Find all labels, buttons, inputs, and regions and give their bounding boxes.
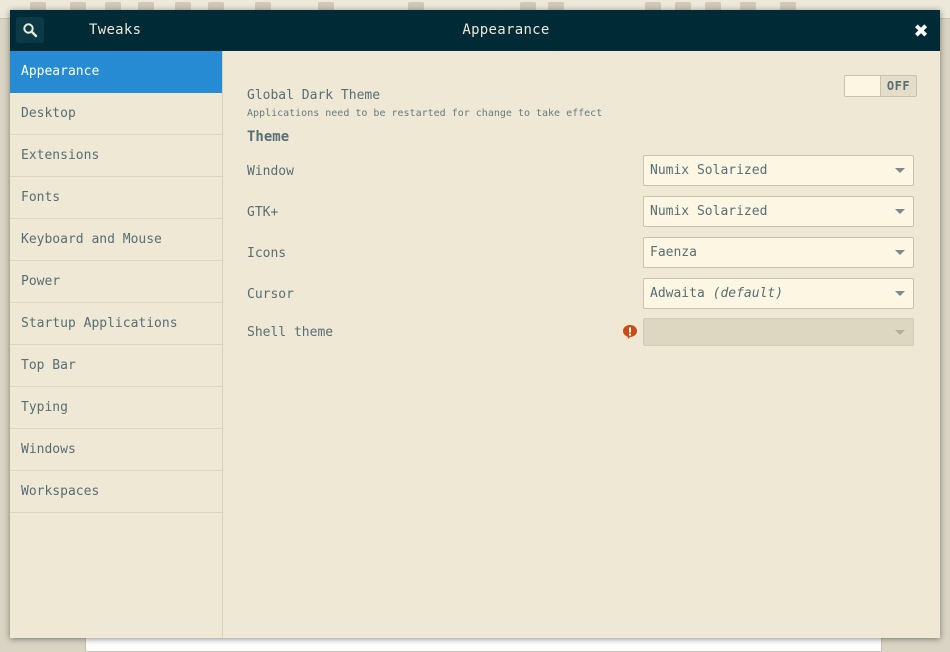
gtk-theme-label: GTK+ <box>247 205 279 220</box>
warning-icon <box>623 325 637 339</box>
dark-theme-switch[interactable]: OFF <box>844 75 917 97</box>
header-bar: Tweaks Appearance ✖ <box>10 10 940 51</box>
search-icon <box>23 23 38 38</box>
sidebar-item-workspaces[interactable]: Workspaces <box>10 471 222 513</box>
sidebar-item-windows[interactable]: Windows <box>10 429 222 471</box>
gtk-theme-dropdown[interactable]: Numix Solarized <box>643 196 914 227</box>
icons-theme-dropdown[interactable]: Faenza <box>643 237 914 268</box>
sidebar-item-desktop[interactable]: Desktop <box>10 93 222 135</box>
chevron-down-icon <box>895 330 905 335</box>
cursor-theme-default-tag: (default) <box>712 286 784 301</box>
close-button[interactable]: ✖ <box>910 20 932 42</box>
close-icon: ✖ <box>913 20 929 42</box>
shell-theme-dropdown <box>643 318 914 346</box>
switch-knob <box>845 76 881 96</box>
dark-theme-note: Applications need to be restarted for ch… <box>247 108 603 119</box>
sidebar-item-appearance[interactable]: Appearance <box>10 51 222 93</box>
icons-theme-label: Icons <box>247 246 287 261</box>
tweaks-window: Tweaks Appearance ✖ Appearance Desktop E… <box>10 10 940 638</box>
window-theme-dropdown[interactable]: Numix Solarized <box>643 155 914 186</box>
cursor-theme-value: Adwaita <box>650 286 705 301</box>
sidebar-item-top-bar[interactable]: Top Bar <box>10 345 222 387</box>
chevron-down-icon <box>895 168 905 173</box>
icons-theme-value: Faenza <box>650 245 697 260</box>
app-title: Tweaks <box>89 22 142 38</box>
sidebar-item-power[interactable]: Power <box>10 261 222 303</box>
search-button[interactable] <box>16 17 44 43</box>
sidebar-item-extensions[interactable]: Extensions <box>10 135 222 177</box>
theme-section-title: Theme <box>247 129 290 145</box>
chevron-down-icon <box>895 291 905 296</box>
sidebar-item-keyboard-and-mouse[interactable]: Keyboard and Mouse <box>10 219 222 261</box>
sidebar-item-startup-applications[interactable]: Startup Applications <box>10 303 222 345</box>
sidebar-item-typing[interactable]: Typing <box>10 387 222 429</box>
window-theme-value: Numix Solarized <box>650 163 768 178</box>
chevron-down-icon <box>895 250 905 255</box>
shell-theme-label: Shell theme <box>247 325 334 340</box>
cursor-theme-dropdown[interactable]: Adwaita (default) <box>643 278 914 309</box>
window-theme-label: Window <box>247 164 294 179</box>
switch-state-label: OFF <box>886 79 911 93</box>
sidebar-item-fonts[interactable]: Fonts <box>10 177 222 219</box>
gtk-theme-value: Numix Solarized <box>650 204 768 219</box>
cursor-theme-label: Cursor <box>247 287 294 302</box>
appearance-panel: Global Dark Theme Applications need to b… <box>223 51 940 638</box>
dark-theme-label: Global Dark Theme <box>247 88 381 103</box>
panel-title: Appearance <box>462 22 550 38</box>
chevron-down-icon <box>895 209 905 214</box>
sidebar: Appearance Desktop Extensions Fonts Keyb… <box>10 51 223 638</box>
